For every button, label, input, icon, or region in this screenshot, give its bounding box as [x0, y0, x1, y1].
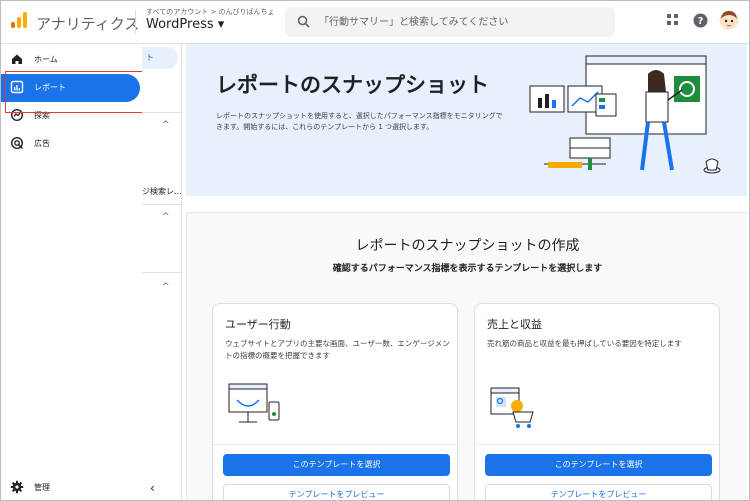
- nav-item-admin[interactable]: 管理: [0, 475, 142, 501]
- analytics-logo-icon[interactable]: [9, 10, 29, 30]
- template-card-sales-revenue[interactable]: 売上と収益 売れ筋の商品と収益を最も押ばしている要因を特定します このテンプレー…: [474, 303, 721, 501]
- preview-template-button[interactable]: テンプレートをプレビュー: [485, 484, 712, 501]
- annotation-highlight-box: [5, 71, 146, 113]
- page-title: レポートのスナップショット: [216, 73, 489, 97]
- nav-label: 管理: [34, 483, 50, 492]
- top-app-bar: アナリティクス すべてのアカウント > のんびりばんちょ WordPress ▾…: [0, 0, 750, 44]
- search-input[interactable]: [319, 11, 609, 33]
- header-divider: [135, 10, 136, 34]
- snapshot-banner: レポートのスナップショット レポートのスナップショットを使用すると、選択したパフ…: [186, 44, 747, 196]
- main-content: レポートのスナップショット レポートのスナップショットを使用すると、選択したパフ…: [183, 44, 750, 501]
- divider: [142, 204, 182, 205]
- card-title: ユーザー行動: [225, 318, 291, 331]
- card-description: ウェブサイトとアプリの主要な画面、ユーザー数、エンゲージメントの指標の概要を把握…: [225, 339, 450, 360]
- app-name: アナリティクス: [36, 15, 140, 33]
- select-template-button[interactable]: このテンプレートを選択: [485, 454, 712, 476]
- search-box[interactable]: [285, 7, 615, 37]
- home-icon: [12, 54, 22, 64]
- search-icon: [297, 15, 310, 28]
- divider: [213, 444, 459, 445]
- nav-item-home[interactable]: ホーム: [0, 46, 142, 74]
- chevron-up-icon[interactable]: ^: [162, 282, 170, 292]
- divider: [142, 112, 182, 113]
- gear-icon: [10, 480, 24, 494]
- chevron-up-icon[interactable]: ^: [162, 212, 170, 222]
- collapse-nav-chevron-left-icon[interactable]: ‹: [150, 481, 155, 495]
- subpanel-chip-text: ト: [146, 53, 154, 62]
- nav-label: ホーム: [34, 55, 58, 64]
- divider: [475, 444, 721, 445]
- account-avatar-icon[interactable]: [719, 10, 739, 30]
- select-template-button[interactable]: このテンプレートを選択: [223, 454, 450, 476]
- nav-label: 広告: [34, 139, 50, 148]
- template-card-user-behavior[interactable]: ユーザー行動 ウェブサイトとアプリの主要な画面、ユーザー数、エンゲージメントの指…: [212, 303, 459, 501]
- card-description: 売れ筋の商品と収益を最も押ばしている要因を特定します: [487, 339, 682, 348]
- help-icon[interactable]: ?: [693, 13, 708, 28]
- subpanel-truncated-item[interactable]: ジ検索レ...: [142, 186, 182, 197]
- card-title: 売上と収益: [487, 318, 542, 331]
- apps-grid-icon[interactable]: [666, 13, 680, 27]
- snapshot-illustration-icon: [529, 55, 721, 174]
- property-selector[interactable]: WordPress ▾: [146, 17, 224, 32]
- account-breadcrumb[interactable]: すべてのアカウント > のんびりばんちょ: [146, 7, 275, 17]
- section-title: レポートのスナップショットの作成: [355, 238, 580, 254]
- advertising-icon: [10, 136, 24, 150]
- banner-description: レポートのスナップショットを使用すると、選択したパフォーマンス指標をモニタリング…: [216, 112, 503, 131]
- preview-template-button[interactable]: テンプレートをプレビュー: [223, 484, 450, 501]
- section-subtitle: 確認するパフォーマンス指標を表示するテンプレートを選択します: [332, 264, 603, 274]
- reports-subpanel: ト ^ ジ検索レ... ^ ^: [142, 44, 182, 501]
- shopping-cart-illustration-icon: [490, 387, 534, 428]
- subpanel-selected-item[interactable]: ト: [142, 47, 178, 69]
- divider: [142, 272, 182, 273]
- svg-text:?: ?: [698, 16, 704, 27]
- create-snapshot-section: レポートのスナップショットの作成 確認するパフォーマンス指標を表示するテンプレー…: [186, 212, 747, 501]
- chevron-up-icon[interactable]: ^: [162, 120, 170, 130]
- monitor-illustration-icon: [228, 383, 280, 423]
- nav-item-advertising[interactable]: 広告: [0, 130, 142, 158]
